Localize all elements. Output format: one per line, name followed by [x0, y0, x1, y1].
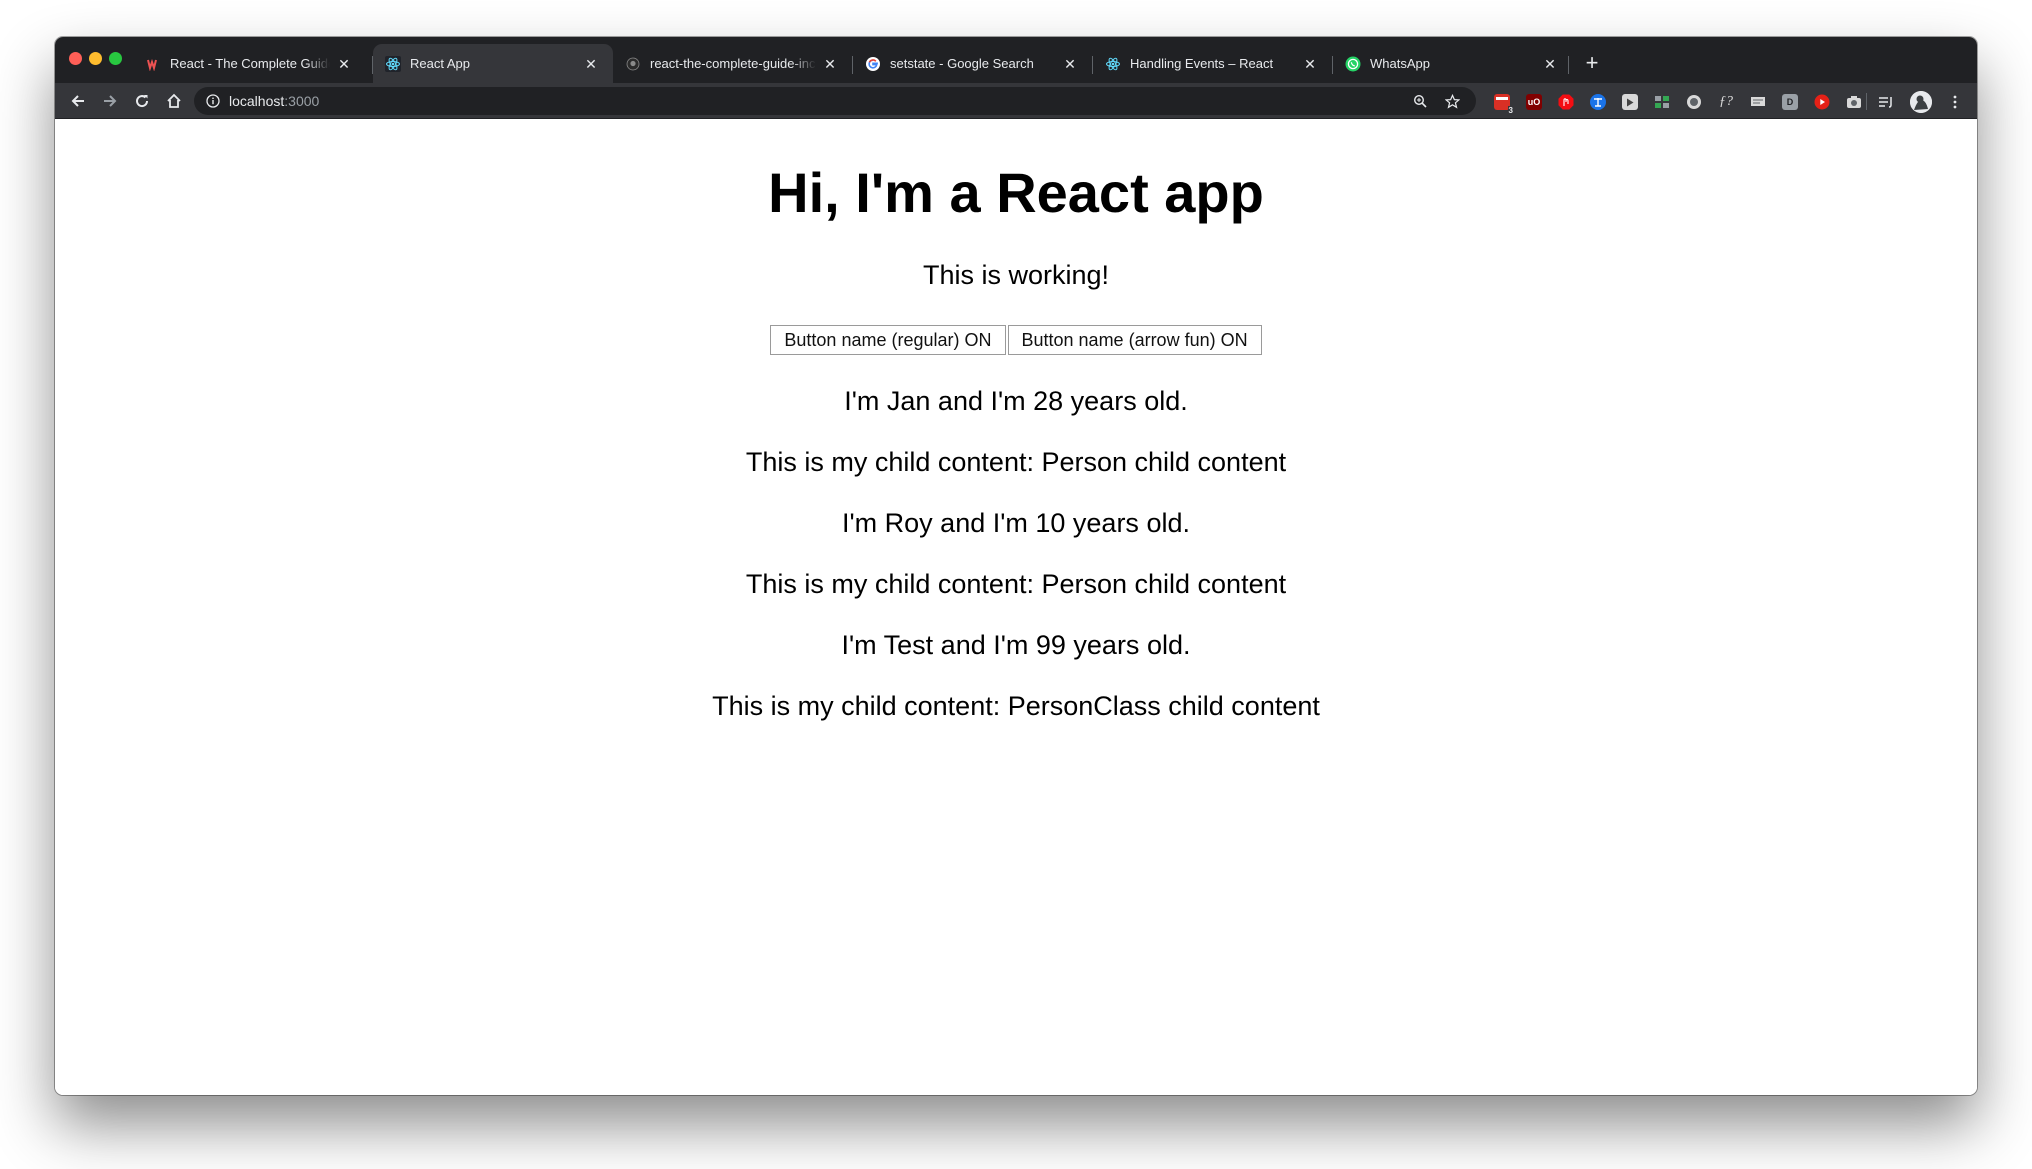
toggle-regular-button[interactable]: Button name (regular) ON — [770, 325, 1006, 355]
close-tab-icon[interactable]: ✕ — [1062, 56, 1078, 72]
arrow-left-icon — [71, 95, 84, 107]
function-extension-icon[interactable]: ƒ? — [1718, 94, 1734, 110]
person-child-content: This is my child content: Person child c… — [745, 447, 1287, 477]
maximize-window-button[interactable] — [109, 52, 122, 65]
tab-title: Handling Events – React — [1130, 56, 1274, 71]
reading-list-icon[interactable] — [1878, 94, 1894, 110]
extension-badge: 3 — [1507, 106, 1514, 115]
google-icon — [865, 56, 881, 72]
tab-udemy[interactable]: React - The Complete Guide (i ✕ — [133, 44, 366, 83]
forward-button[interactable] — [97, 88, 123, 114]
close-window-button[interactable] — [69, 52, 82, 65]
url-text: localhost:3000 — [229, 93, 320, 109]
reload-button[interactable] — [129, 88, 155, 114]
dictionary-extension-icon[interactable] — [1750, 94, 1766, 110]
camera-extension-icon[interactable] — [1846, 94, 1862, 110]
ublock-extension-icon[interactable]: uO — [1526, 94, 1542, 110]
react-icon — [1105, 56, 1121, 72]
person-intro: I'm Roy and I'm 10 years old. — [842, 508, 1190, 538]
address-bar[interactable]: localhost:3000 — [194, 87, 1476, 115]
home-button[interactable] — [161, 88, 187, 114]
page-content: Hi, I'm a React app This is working! But… — [55, 119, 1977, 1095]
zoom-icon[interactable] — [1412, 93, 1428, 109]
status-text: This is working! — [922, 260, 1110, 290]
tab-title: setstate - Google Search — [890, 56, 1034, 71]
github-icon — [625, 56, 641, 72]
home-icon — [167, 93, 181, 108]
calendar-extension-icon[interactable]: 3 — [1494, 94, 1514, 115]
tab-strip: React - The Complete Guide (i ✕ React Ap… — [55, 37, 1977, 83]
back-button[interactable] — [65, 88, 91, 114]
react-icon — [385, 55, 401, 72]
udemy-icon — [145, 56, 161, 72]
tab-github[interactable]: react-the-complete-guide-incl ✕ — [613, 44, 852, 83]
play-extension-icon[interactable] — [1622, 94, 1638, 110]
new-tab-button[interactable]: + — [1579, 50, 1605, 76]
menu-icon[interactable] — [1947, 94, 1963, 110]
whatsapp-icon — [1345, 56, 1361, 72]
grid-extension-icon[interactable] — [1654, 94, 1670, 110]
d-extension-icon[interactable]: D — [1782, 94, 1798, 110]
tab-google-search[interactable]: setstate - Google Search ✕ — [853, 44, 1092, 83]
adblock-extension-icon[interactable] — [1558, 94, 1574, 110]
bookmark-star-icon[interactable] — [1444, 93, 1460, 109]
toolbar-separator — [1866, 93, 1867, 110]
translate-extension-icon[interactable] — [1590, 94, 1606, 110]
minimize-window-button[interactable] — [89, 52, 102, 65]
person-child-content: This is my child content: PersonClass ch… — [712, 691, 1320, 721]
tab-react-app[interactable]: React App ✕ — [373, 44, 613, 83]
close-tab-icon[interactable]: ✕ — [336, 56, 352, 72]
close-tab-icon[interactable]: ✕ — [1302, 56, 1318, 72]
info-icon[interactable] — [205, 93, 221, 109]
reload-icon — [136, 95, 149, 108]
avatar[interactable] — [1910, 91, 1932, 113]
tab-title: React App — [410, 56, 470, 71]
person-child-content: This is my child content: Person child c… — [745, 569, 1287, 599]
tab-whatsapp[interactable]: WhatsApp ✕ — [1333, 44, 1572, 83]
person-intro: I'm Jan and I'm 28 years old. — [844, 386, 1188, 416]
close-tab-icon[interactable]: ✕ — [1542, 56, 1558, 72]
tab-title: React - The Complete Guide (i — [170, 56, 330, 71]
close-tab-icon[interactable]: ✕ — [583, 56, 599, 72]
youtube-extension-icon[interactable] — [1814, 94, 1830, 110]
person-intro: I'm Test and I'm 99 years old. — [841, 630, 1191, 660]
button-row: Button name (regular) ON Button name (ar… — [55, 325, 1977, 355]
arrow-right-icon — [104, 95, 117, 107]
circle-extension-icon[interactable] — [1686, 94, 1702, 110]
page-title: Hi, I'm a React app — [768, 161, 1264, 224]
tab-title: WhatsApp — [1370, 56, 1430, 71]
toggle-arrow-button[interactable]: Button name (arrow fun) ON — [1007, 325, 1262, 355]
tab-handling-events[interactable]: Handling Events – React ✕ — [1093, 44, 1332, 83]
tab-title: react-the-complete-guide-incl — [650, 56, 816, 71]
browser-toolbar: localhost:3000 3 uO ƒ? D — [55, 83, 1977, 119]
close-tab-icon[interactable]: ✕ — [822, 56, 838, 72]
browser-window: React - The Complete Guide (i ✕ React Ap… — [55, 37, 1977, 1095]
tab-separator — [1568, 56, 1569, 74]
